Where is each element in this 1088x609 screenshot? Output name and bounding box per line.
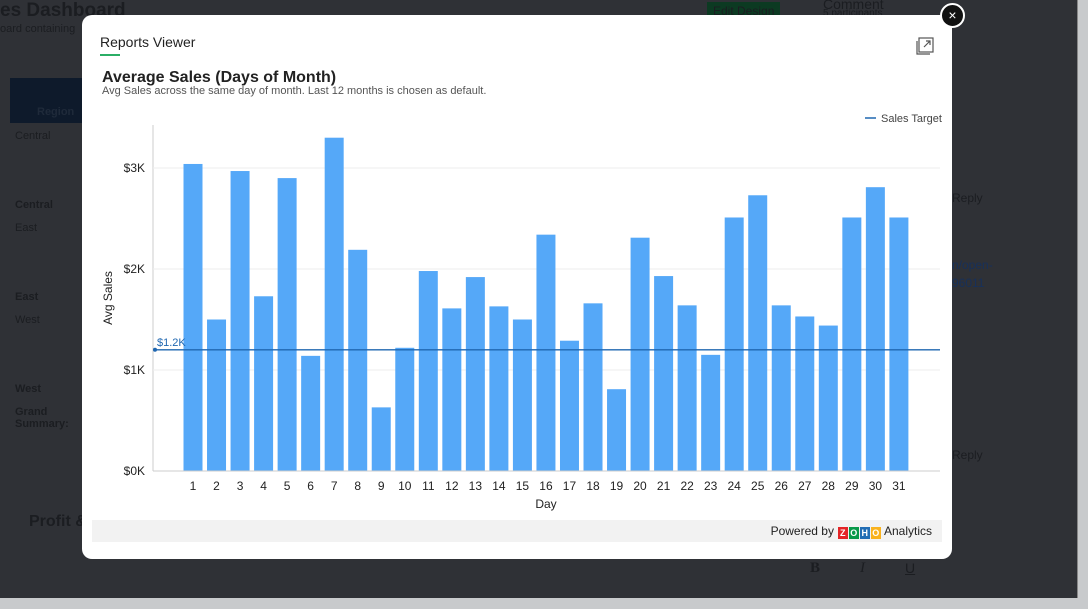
reply-link[interactable]: Reply (952, 191, 983, 205)
y-tick-label: $1K (124, 363, 145, 377)
x-tick-label: 9 (378, 479, 385, 493)
x-tick-label: 27 (798, 479, 812, 493)
table-cell: East (15, 291, 39, 303)
x-tick-label: 3 (237, 479, 244, 493)
bar (442, 308, 462, 471)
x-tick-label: 16 (539, 479, 553, 493)
x-tick-label: 25 (751, 479, 765, 493)
table-header: Region (10, 78, 82, 123)
comment-link[interactable]: n/open- (952, 258, 993, 272)
bar (701, 354, 721, 471)
x-tick-label: 20 (633, 479, 647, 493)
x-tick-label: 26 (775, 479, 789, 493)
x-tick-label: 10 (398, 479, 412, 493)
x-tick-label: 17 (563, 479, 577, 493)
reply-link[interactable]: Reply (952, 448, 983, 462)
bar (771, 305, 791, 471)
x-tick-label: 12 (445, 479, 459, 493)
close-button[interactable]: × (940, 3, 965, 28)
bar (348, 249, 368, 471)
italic-button[interactable]: I (860, 560, 865, 577)
y-tick-label: $2K (124, 262, 145, 276)
zoho-logo: ZOHO (837, 524, 884, 539)
bar (583, 303, 603, 471)
x-tick-label: 13 (469, 479, 483, 493)
table-cell: Central (15, 130, 51, 142)
x-tick-label: 21 (657, 479, 671, 493)
bar (512, 319, 532, 471)
x-tick-label: 19 (610, 479, 624, 493)
bar (207, 319, 227, 471)
x-tick-label: 14 (492, 479, 506, 493)
x-axis-label: Day (535, 497, 556, 511)
bar (607, 389, 627, 471)
x-tick-label: 15 (516, 479, 530, 493)
x-tick-label: 8 (354, 479, 361, 493)
bar (724, 217, 744, 471)
powered-by-footer: Powered by ZOHO Analytics (92, 520, 942, 542)
bar (842, 217, 862, 471)
bar (795, 316, 815, 471)
table-cell: East (15, 222, 38, 234)
bar (748, 195, 768, 471)
underline-button[interactable]: U (905, 560, 915, 576)
x-tick-label: 1 (190, 479, 197, 493)
sales-target-label: $1.2K (157, 337, 186, 349)
x-tick-label: 28 (822, 479, 836, 493)
x-tick-label: 24 (728, 479, 742, 493)
x-tick-label: 22 (680, 479, 694, 493)
footer-suffix: Analytics (883, 524, 932, 538)
bar (254, 296, 274, 471)
x-tick-label: 6 (307, 479, 314, 493)
table-cell: West (15, 383, 42, 395)
x-tick-label: 4 (260, 479, 267, 493)
comment-link[interactable]: 96011 (952, 276, 984, 290)
dashboard-subtitle: oard containing (0, 23, 76, 35)
table-cell: West (15, 314, 40, 326)
bar (418, 271, 438, 471)
bar (559, 340, 579, 471)
x-tick-label: 18 (586, 479, 600, 493)
bar (230, 171, 250, 471)
bar (654, 276, 674, 471)
legend-entry: Sales Target (881, 113, 942, 125)
x-tick-label: 29 (845, 479, 859, 493)
footer-prefix: Powered by (770, 524, 834, 538)
x-tick-label: 30 (869, 479, 883, 493)
x-tick-label: 11 (422, 479, 435, 493)
y-axis-label: Avg Sales (101, 271, 115, 325)
bar (301, 355, 321, 471)
table-cell: Grand Summary: (15, 406, 69, 430)
x-tick-label: 7 (331, 479, 338, 493)
section-title: Profit & (29, 513, 87, 530)
bar (324, 137, 344, 471)
bar (465, 277, 485, 471)
y-tick-label: $0K (124, 464, 145, 478)
x-tick-label: 23 (704, 479, 718, 493)
table-cell: Central (15, 199, 53, 211)
x-tick-label: 2 (213, 479, 220, 493)
bar (677, 305, 697, 471)
y-tick-label: $3K (124, 161, 145, 175)
bar (536, 234, 556, 471)
bar (183, 163, 203, 471)
bar (489, 306, 509, 471)
bar (395, 347, 415, 471)
reports-viewer-modal: Reports Viewer Average Sales (Days of Mo… (82, 15, 952, 559)
x-tick-label: 31 (892, 479, 906, 493)
bar-chart: $0K$1K$2K$3K1 2 3 4 5 6 7 8 9 10 11 12 13 14 15 16 17 18 1… (101, 113, 942, 511)
bar (818, 325, 838, 471)
bar (865, 187, 885, 471)
bar (630, 237, 650, 471)
bar (277, 178, 297, 471)
bar (371, 407, 391, 471)
bar (889, 217, 909, 471)
x-tick-label: 5 (284, 479, 291, 493)
bold-button[interactable]: B (810, 560, 820, 577)
